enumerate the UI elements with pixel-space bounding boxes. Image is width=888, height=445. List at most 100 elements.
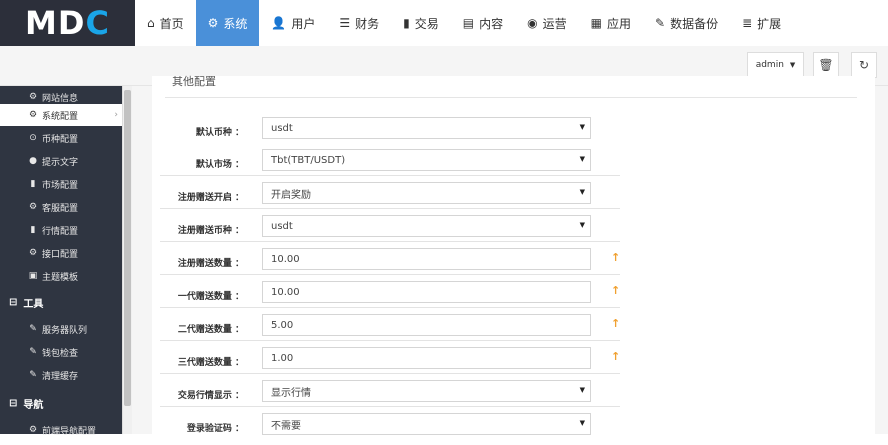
sidebar-item-label: 服务器队列: [42, 325, 88, 336]
sidebar-item-label: 客服配置: [42, 203, 79, 214]
sidebar-item-quote-config[interactable]: ▮ 行情配置: [0, 219, 122, 241]
template-icon: ▣: [28, 271, 38, 281]
logo-letter-d: D: [57, 4, 86, 42]
bar-chart-icon: ▮: [403, 16, 410, 30]
select-value: 开启奖励: [271, 189, 311, 201]
sidebar-item-frontend-nav[interactable]: ⚙ 前端导航配置: [0, 419, 122, 441]
trash-icon: 🗑: [818, 58, 834, 72]
sidebar-item-tip-text[interactable]: ● 提示文字: [0, 150, 122, 172]
nav-label: 财务: [355, 16, 380, 31]
form-label: 默认市场 ：: [195, 160, 244, 170]
refresh-icon: ↻: [858, 58, 870, 72]
form-row-register-bonus-enabled: 注册赠送开启 ： 开启奖励 ▼: [160, 182, 620, 214]
chevron-right-icon: ›: [114, 110, 118, 120]
register-bonus-coin-select[interactable]: usdt ▼: [262, 215, 591, 237]
input-value: 5.00: [271, 319, 294, 331]
document-icon: ▤: [462, 16, 475, 30]
nav-operations[interactable]: ◉ 运营: [515, 0, 579, 46]
nav-trade[interactable]: ▮ 交易: [391, 0, 451, 46]
sidebar-item-label: 网站信息: [42, 93, 79, 104]
nav-label: 系统: [223, 16, 248, 31]
sidebar: ⚙ 网站信息 ⚙ 系统配置 › ⊙ 币种配置 ● 提示文字 ▮ 市场配置 ⚙ 客服配置 ▮ 行情…: [0, 86, 122, 437]
form-label: 二代赠送数量 ：: [177, 325, 244, 335]
scrollbar-thumb[interactable]: [124, 90, 131, 406]
nav-label: 扩展: [757, 16, 782, 31]
nav-finance[interactable]: ☰ 财务: [327, 0, 391, 46]
gen3-bonus-amount-input[interactable]: 1.00: [262, 347, 591, 369]
input-value: 10.00: [271, 253, 300, 265]
sidebar-item-service-config[interactable]: ⚙ 客服配置: [0, 196, 122, 218]
select-value: usdt: [271, 122, 293, 134]
nav-backup[interactable]: ✎ 数据备份: [643, 0, 730, 46]
row-divider: [160, 340, 620, 341]
gen2-bonus-amount-input[interactable]: 5.00: [262, 314, 591, 336]
sidebar-group-tools[interactable]: ⊟ 工具: [0, 290, 122, 314]
nav-users[interactable]: 👤 用户: [259, 0, 327, 46]
sidebar-item-market-config[interactable]: ▮ 市场配置: [0, 173, 122, 195]
trade-quote-display-select[interactable]: 显示行情 ▼: [262, 380, 591, 402]
sidebar-item-label: 市场配置: [42, 180, 79, 191]
sidebar-item-label: 系统配置: [42, 111, 79, 122]
sidebar-item-server-queue[interactable]: ✎ 服务器队列: [0, 318, 122, 340]
sidebar-item-label: 钱包检查: [42, 348, 79, 359]
logo[interactable]: MDC: [0, 0, 135, 46]
caret-down-icon: ▼: [579, 188, 585, 196]
nav-label: 用户: [291, 16, 316, 31]
register-bonus-amount-input[interactable]: 10.00: [262, 248, 591, 270]
sidebar-item-clear-cache[interactable]: ✎ 清理缓存: [0, 364, 122, 386]
panel-title: 其他配置: [172, 75, 216, 88]
nav-label: 数据备份: [670, 16, 719, 31]
wrench-icon: ✎: [29, 370, 37, 380]
sidebar-item-label: 主题模板: [42, 272, 79, 283]
grid-icon: ▦: [590, 16, 602, 30]
nav-apps[interactable]: ▦ 应用: [579, 0, 643, 46]
arrow-up-icon: ↑: [611, 251, 621, 264]
form-label: 交易行情显示 ：: [177, 391, 244, 401]
nav-label: 内容: [479, 16, 504, 31]
form-row-gen3-bonus-amount: 三代赠送数量 ： 1.00: [160, 347, 620, 379]
sidebar-group-label: 工具: [23, 298, 44, 310]
sidebar-item-label: 提示文字: [42, 157, 79, 168]
nav-extensions[interactable]: ≣ 扩展: [730, 0, 793, 46]
sidebar-item-coin-config[interactable]: ⊙ 币种配置: [0, 127, 122, 149]
gen1-bonus-amount-input[interactable]: 10.00: [262, 281, 591, 303]
sidebar-scrollbar[interactable]: [122, 86, 132, 434]
delete-button[interactable]: 🗑: [813, 52, 839, 78]
form-label: 三代赠送数量 ：: [177, 358, 244, 368]
row-divider: [160, 307, 620, 308]
default-coin-select[interactable]: usdt ▼: [262, 117, 591, 139]
form-row-gen1-bonus-amount: 一代赠送数量 ： 10.00: [160, 281, 620, 313]
sidebar-item-label: 清理缓存: [42, 371, 79, 382]
row-divider: [160, 373, 620, 374]
nav-home[interactable]: ⌂ 首页: [135, 0, 196, 46]
sidebar-item-system-config[interactable]: ⚙ 系统配置 ›: [0, 104, 122, 126]
logo-letter-m: M: [25, 4, 58, 42]
sidebar-item-label: 行情配置: [42, 226, 79, 237]
wrench-icon: ✎: [655, 16, 666, 30]
user-icon: 👤: [271, 16, 287, 30]
sidebar-group-navigation[interactable]: ⊟ 导航: [0, 391, 122, 415]
nav-label: 运营: [542, 16, 567, 31]
gear-icon: ⚙: [28, 248, 38, 258]
sidebar-item-theme-template[interactable]: ▣ 主题模板: [0, 265, 122, 287]
register-bonus-enabled-select[interactable]: 开启奖励 ▼: [262, 182, 591, 204]
user-dropdown[interactable]: admin ▼: [747, 52, 804, 78]
form-row-trade-quote-display: 交易行情显示 ： 显示行情 ▼: [160, 380, 620, 412]
sidebar-item-wallet-check[interactable]: ✎ 钱包检查: [0, 341, 122, 363]
login-captcha-select[interactable]: 不需要 ▼: [262, 413, 591, 435]
nav-label: 应用: [607, 16, 632, 31]
default-market-select[interactable]: Tbt(TBT/USDT) ▼: [262, 149, 591, 171]
row-divider: [160, 406, 620, 407]
nav-content[interactable]: ▤ 内容: [451, 0, 515, 46]
select-value: usdt: [271, 220, 293, 232]
nav-label: 首页: [159, 16, 184, 31]
caret-down-icon: ▼: [579, 386, 585, 394]
caret-down-icon: ▼: [579, 123, 585, 131]
gear-icon: ⚙: [28, 110, 38, 120]
sidebar-item-label: 前端导航配置: [42, 426, 97, 437]
gear-icon: ⚙: [28, 202, 38, 212]
form-row-gen2-bonus-amount: 二代赠送数量 ： 5.00: [160, 314, 620, 346]
sidebar-item-api-config[interactable]: ⚙ 接口配置: [0, 242, 122, 264]
nav-system[interactable]: ⚙ 系统: [195, 0, 260, 46]
refresh-button[interactable]: ↻: [851, 52, 877, 78]
